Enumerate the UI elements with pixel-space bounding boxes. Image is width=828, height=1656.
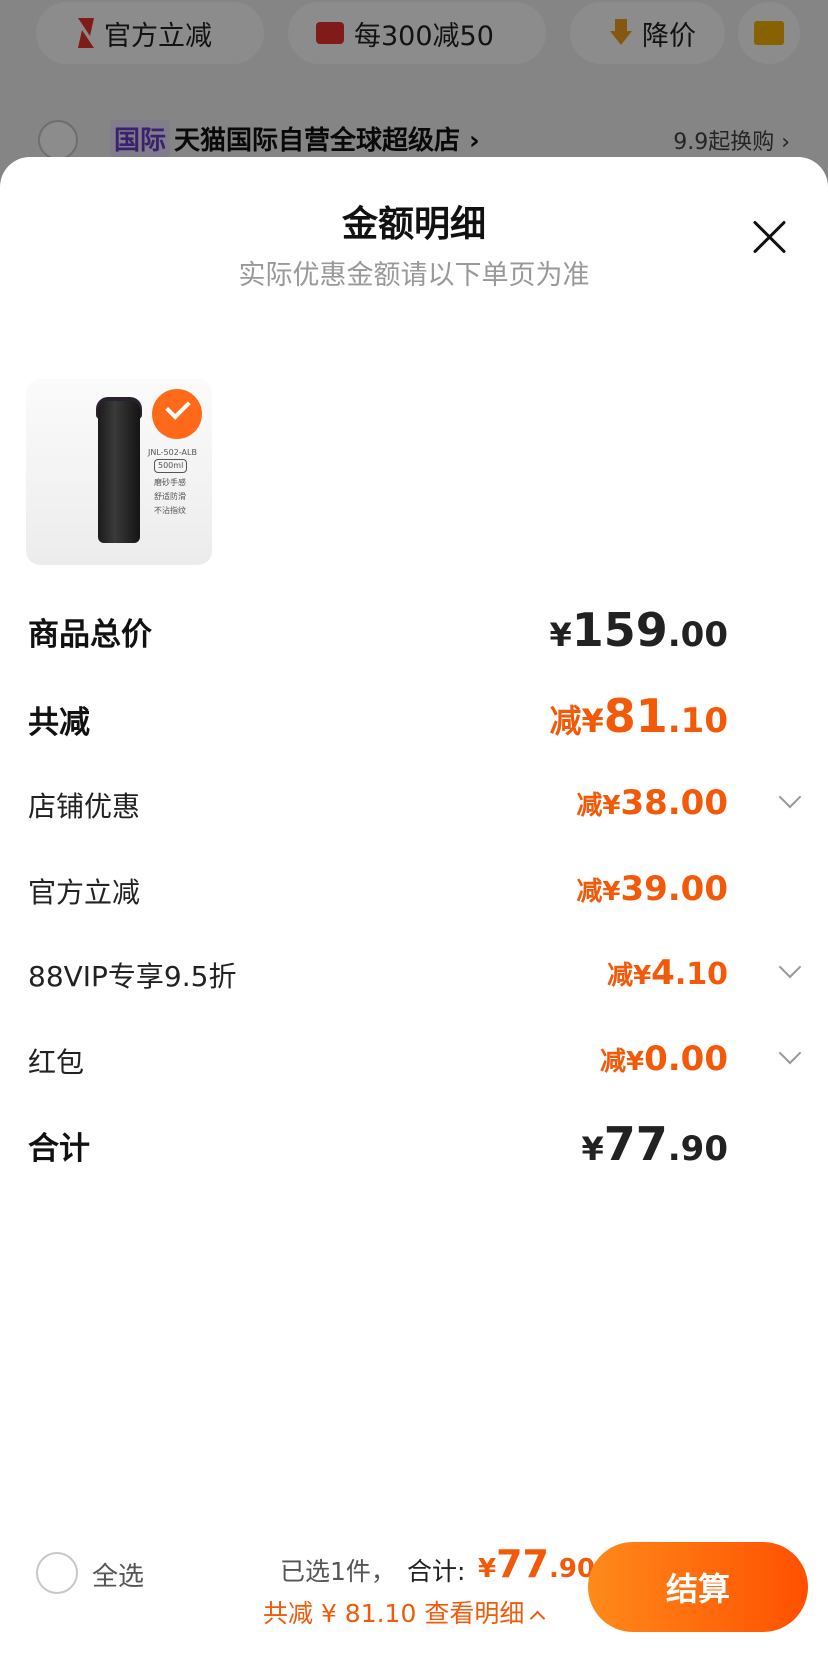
amount-decimal: .90: [667, 1129, 728, 1169]
amount-decimal: .10: [674, 957, 728, 992]
chevron-down-icon[interactable]: [778, 1041, 802, 1065]
chevron-down-icon[interactable]: [778, 955, 802, 979]
total-reduce-value: 减¥81.10: [549, 689, 728, 743]
reduce-prefix: 减¥: [549, 702, 604, 740]
amount-integer: 81: [603, 689, 668, 743]
total-label: 合计:: [407, 1557, 466, 1586]
amount-decimal: .00: [667, 869, 728, 909]
vip-discount-value: 减¥4.10: [607, 953, 728, 993]
chevron-down-icon[interactable]: [778, 785, 802, 809]
store-discount-label: 店铺优惠: [28, 790, 141, 823]
amount-detail-sheet: 金额明细 实际优惠金额请以下单页为准 JNL-502-ALB 500ml 磨砂手…: [0, 157, 828, 1656]
select-all-label[interactable]: 全选: [92, 1556, 144, 1593]
amount-decimal: .00: [667, 783, 728, 823]
selected-count: 已选1件，: [280, 1557, 396, 1586]
amount-integer: 77: [496, 1542, 549, 1586]
currency-symbol: ¥: [549, 616, 572, 654]
amount-integer: 4: [651, 953, 675, 993]
product-capacity: 500ml: [154, 459, 188, 473]
amount-decimal: .00: [667, 615, 728, 655]
vip-discount-label: 88VIP专享9.5折: [28, 960, 237, 993]
total-reduce-label: 共减: [28, 705, 90, 741]
amount-decimal: .00: [667, 1039, 728, 1079]
reduce-prefix: 减¥: [576, 791, 621, 821]
check-icon: [152, 389, 202, 439]
checkout-bar: 全选 已选1件， 合计: ¥77.90 共减 ¥ 81.10 查看明细 结算: [0, 1528, 828, 1656]
product-feature-3: 不沾指纹: [154, 506, 186, 515]
sheet-title: 金额明细: [341, 204, 486, 245]
sum-label: 合计: [28, 1131, 90, 1167]
amount-integer: 38: [620, 783, 668, 823]
sheet-subtitle: 实际优惠金额请以下单页为准: [238, 260, 590, 291]
reduce-prefix: 减¥: [600, 1047, 645, 1077]
bottle-body: [98, 401, 140, 543]
reduce-prefix: 减¥: [607, 961, 652, 991]
store-discount-value: 减¥38.00: [576, 783, 728, 823]
view-details-link[interactable]: 共减 ¥ 81.10 查看明细: [263, 1594, 546, 1630]
amount-integer: 0: [644, 1039, 668, 1079]
amount-integer: 39: [620, 869, 668, 909]
product-thumbnail[interactable]: JNL-502-ALB 500ml 磨砂手感 舒适防滑 不沾指纹: [26, 379, 212, 565]
chevron-up-icon: [530, 1610, 546, 1627]
checkout-button[interactable]: 结算: [588, 1542, 808, 1632]
goods-total-value: ¥159.00: [549, 603, 728, 657]
discount-summary: 共减 ¥ 81.10 查看明细: [263, 1599, 525, 1628]
amount-integer: 159: [571, 603, 668, 657]
product-model: JNL-502-ALB: [148, 448, 197, 457]
product-feature-2: 舒适防滑: [154, 492, 186, 501]
sum-value: ¥77.90: [581, 1117, 728, 1171]
product-image-fineprint: [48, 407, 51, 419]
official-discount-label: 官方立减: [28, 876, 141, 909]
select-all-radio[interactable]: [36, 1552, 78, 1594]
amount-decimal: .10: [667, 701, 728, 741]
total-value: ¥77.90: [478, 1542, 595, 1586]
currency-symbol: ¥: [478, 1554, 497, 1584]
red-packet-label: 红包: [28, 1046, 85, 1079]
product-feature-1: 磨砂手感: [154, 478, 186, 487]
amount-integer: 77: [603, 1117, 668, 1171]
close-icon[interactable]: [750, 217, 790, 257]
red-packet-value: 减¥0.00: [600, 1039, 728, 1079]
currency-symbol: ¥: [581, 1130, 604, 1168]
reduce-prefix: 减¥: [576, 877, 621, 907]
official-discount-value: 减¥39.00: [576, 869, 728, 909]
goods-total-label: 商品总价: [28, 617, 152, 653]
